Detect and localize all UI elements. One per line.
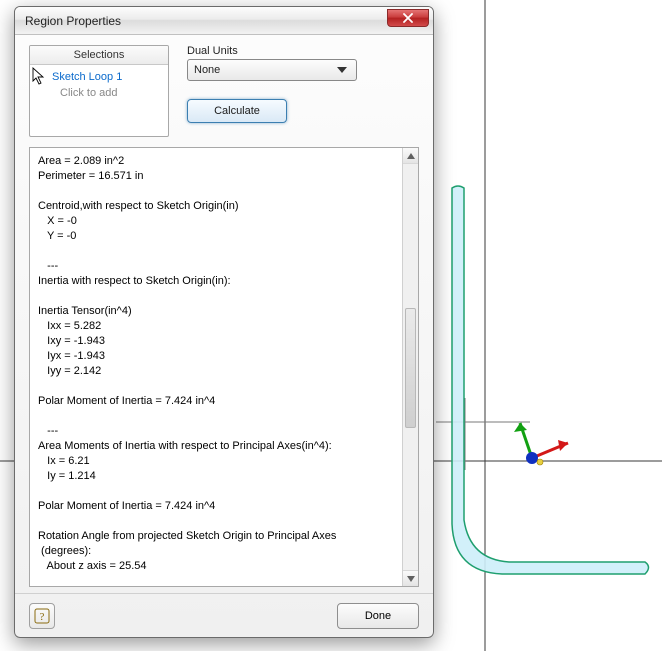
scroll-down-button[interactable] [403,570,418,586]
chevron-down-icon [334,62,350,78]
close-button[interactable] [387,9,429,27]
vertical-scrollbar[interactable] [402,148,418,586]
titlebar[interactable]: Region Properties [15,7,433,35]
close-icon [403,13,413,23]
results-text[interactable]: Area = 2.089 in^2 Perimeter = 16.571 in … [30,148,402,586]
dialog-title: Region Properties [25,14,121,28]
selections-listbox[interactable]: Selections Sketch Loop 1 Click to add [29,45,169,137]
calculate-button[interactable]: Calculate [187,99,287,123]
dual-units-select[interactable]: None [187,59,357,81]
dual-units-label: Dual Units [187,45,419,57]
done-button[interactable]: Done [337,603,419,629]
dual-units-value: None [194,64,220,76]
selections-header: Selections [30,46,168,65]
dialog-footer: ? Done [15,593,433,637]
chevron-down-icon [407,576,415,582]
results-panel: Area = 2.089 in^2 Perimeter = 16.571 in … [29,147,419,587]
scroll-thumb[interactable] [405,308,416,428]
selection-add-hint[interactable]: Click to add [52,85,162,101]
cursor-icon [32,67,46,85]
scroll-up-button[interactable] [403,148,418,164]
help-icon: ? [34,608,50,624]
help-button[interactable]: ? [29,603,55,629]
region-properties-dialog: Region Properties Selections Sketch Loop… [14,6,434,638]
chevron-up-icon [407,153,415,159]
selection-item[interactable]: Sketch Loop 1 [52,69,162,85]
svg-text:?: ? [40,611,45,623]
upper-panel: Selections Sketch Loop 1 Click to add Du… [15,35,433,143]
